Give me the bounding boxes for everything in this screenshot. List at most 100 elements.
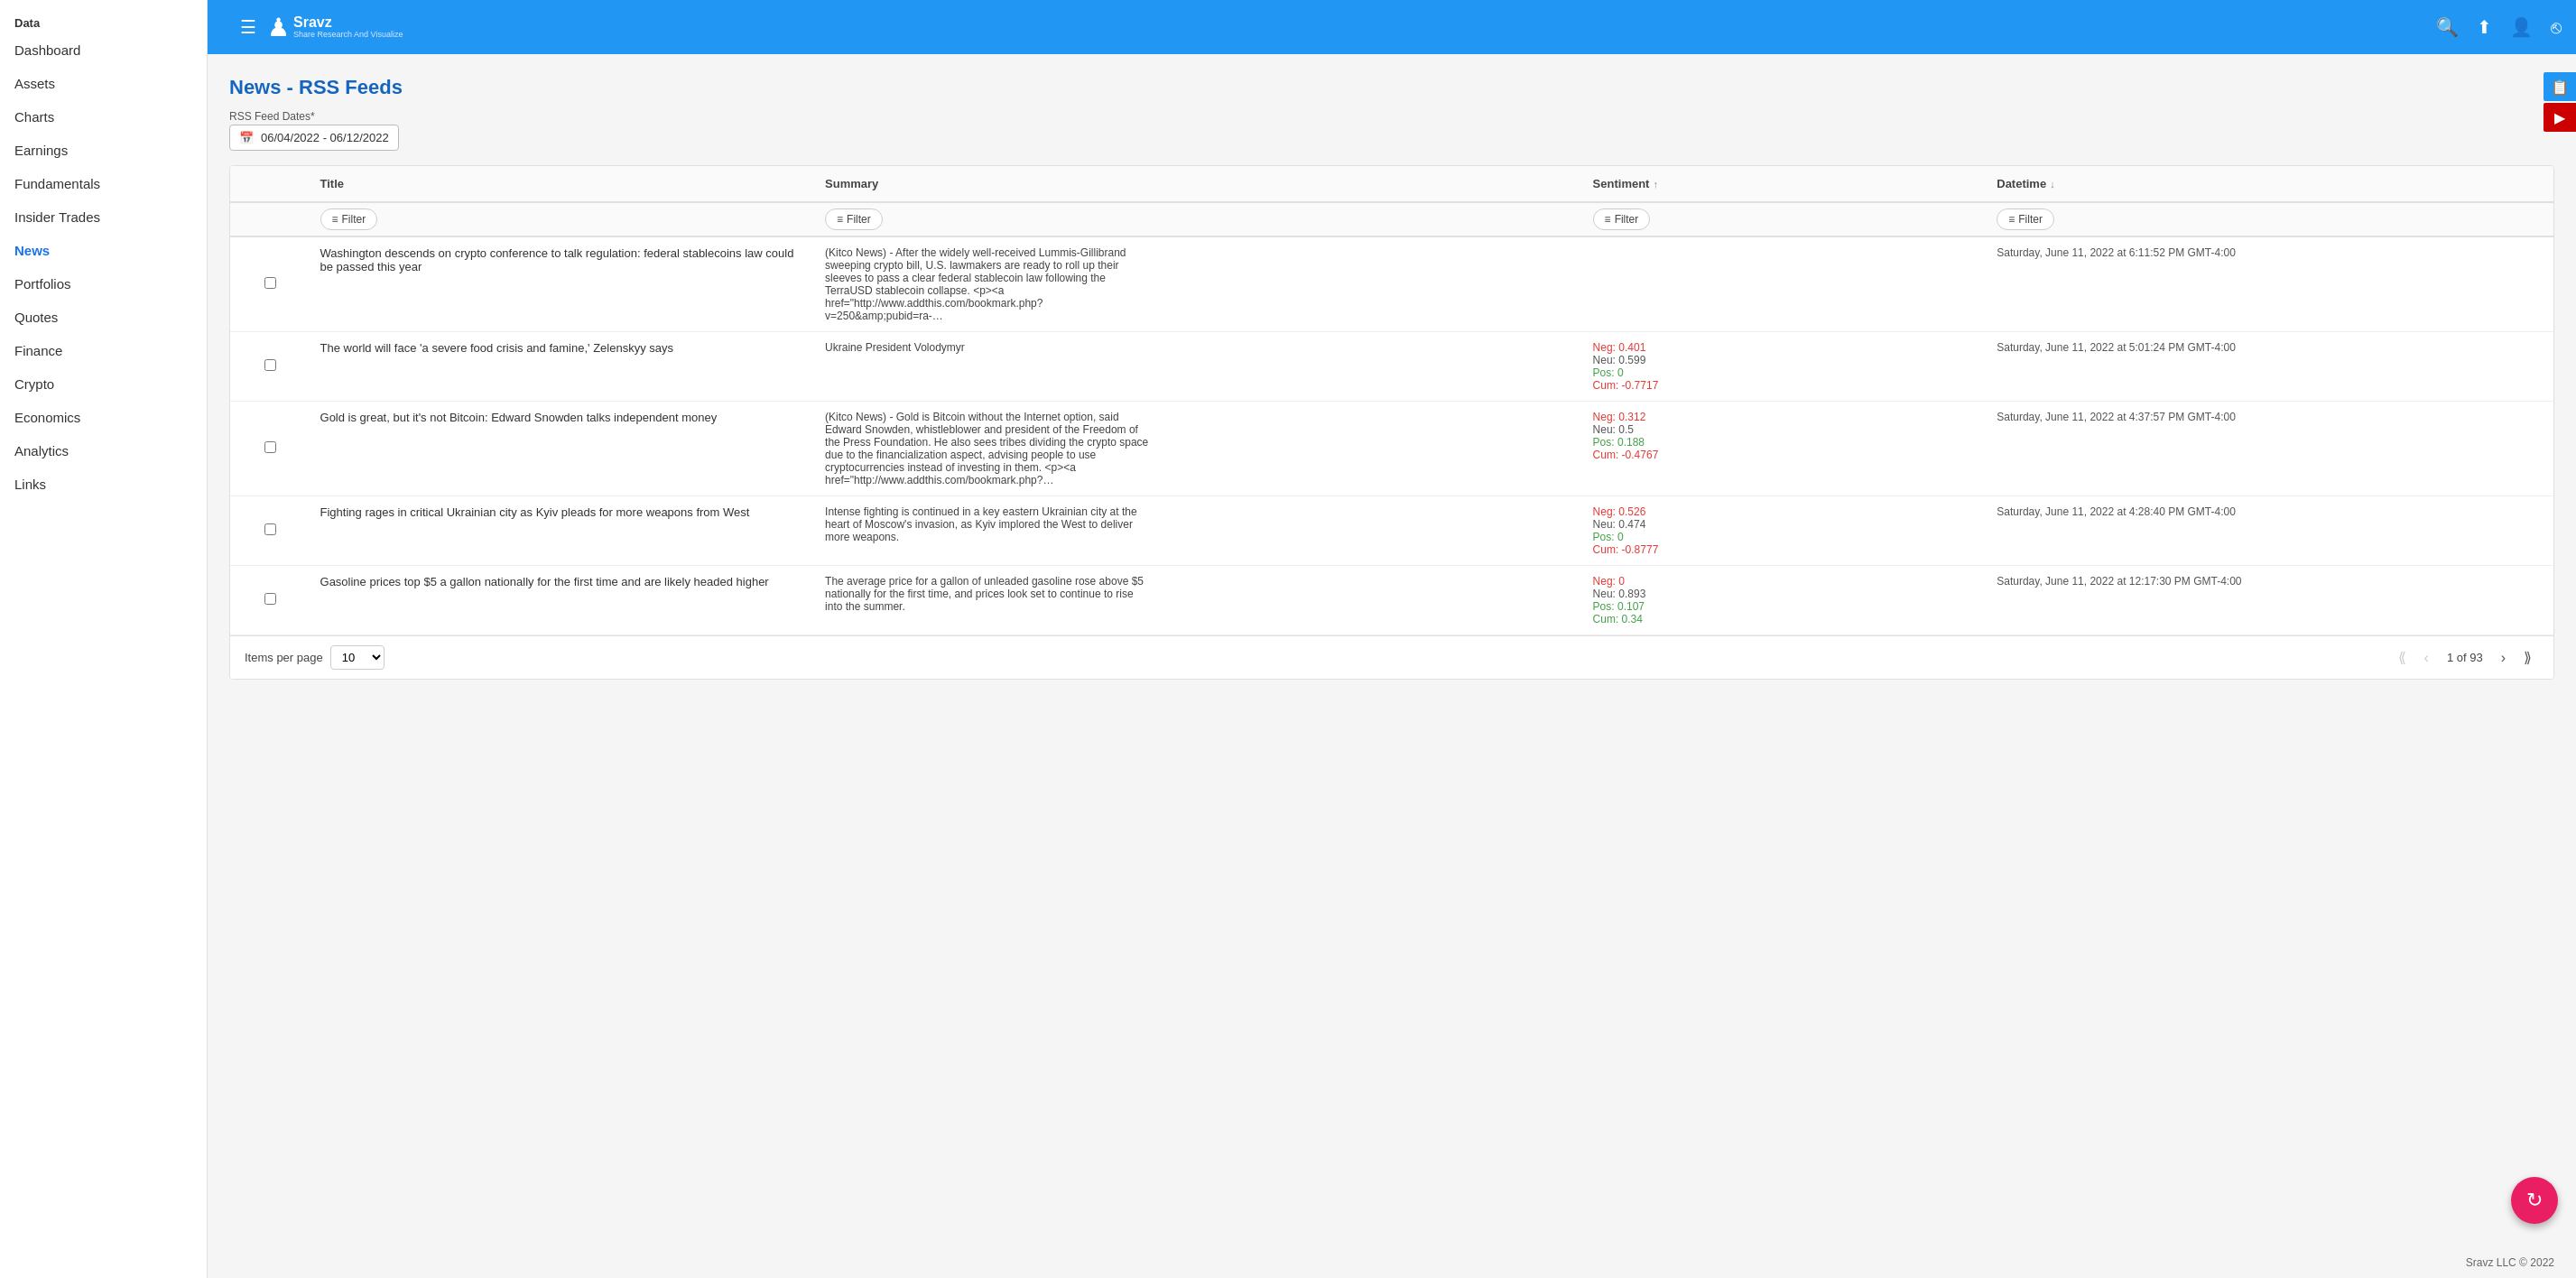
prev-page-button[interactable]: ‹ bbox=[2417, 646, 2436, 670]
refresh-icon: ↻ bbox=[2526, 1189, 2543, 1212]
news-table-container: Title Summary Sentiment ↑ bbox=[229, 165, 2554, 680]
table-row: Gold is great, but it's not Bitcoin: Edw… bbox=[230, 402, 2553, 496]
pagination-controls: ⟪ ‹ 1 of 93 › ⟫ bbox=[2391, 645, 2539, 670]
sentiment-neu-2: Neu: 0.5 bbox=[1593, 423, 1979, 436]
table-row: The world will face 'a severe food crisi… bbox=[230, 332, 2553, 402]
logo-subtitle: Share Research And Visualize bbox=[293, 31, 403, 40]
logo: ♟ Sravz Share Research And Visualize bbox=[267, 13, 403, 42]
sentiment-sort-asc-icon: ↑ bbox=[1653, 179, 1658, 190]
calendar-icon: 📅 bbox=[239, 131, 254, 144]
col-header-title: Title bbox=[311, 166, 817, 202]
row-summary-4: The average price for a gallon of unlead… bbox=[816, 566, 1584, 635]
logout-icon[interactable]: ⎋ bbox=[2551, 17, 2562, 38]
youtube-icon: ▶ bbox=[2554, 109, 2565, 126]
chess-icon: ♟ bbox=[267, 13, 290, 42]
bookmark-action-button[interactable]: 📋 bbox=[2544, 72, 2576, 101]
sentiment-neg-4: Neg: 0 bbox=[1593, 575, 1979, 588]
next-page-button[interactable]: › bbox=[2494, 646, 2513, 670]
sidebar-item-charts[interactable]: Charts bbox=[0, 100, 207, 134]
filter-check-cell bbox=[230, 202, 311, 236]
row-sentiment-2: Neg: 0.312Neu: 0.5Pos: 0.188Cum: -0.4767 bbox=[1584, 402, 1988, 496]
search-icon[interactable]: 🔍 bbox=[2436, 16, 2459, 38]
row-checkbox-1[interactable] bbox=[264, 359, 276, 371]
col-header-datetime[interactable]: Datetime ↓ bbox=[1988, 166, 2553, 202]
row-checkbox-4[interactable] bbox=[264, 593, 276, 605]
sentiment-neu-1: Neu: 0.599 bbox=[1593, 354, 1979, 366]
first-page-button[interactable]: ⟪ bbox=[2391, 645, 2414, 670]
row-title-4: Gasoline prices top $5 a gallon national… bbox=[311, 566, 817, 635]
sentiment-neg-2: Neg: 0.312 bbox=[1593, 411, 1979, 423]
row-check-cell-1 bbox=[230, 332, 311, 402]
row-check-cell-4 bbox=[230, 566, 311, 635]
row-summary-3: Intense fighting is continued in a key e… bbox=[816, 496, 1584, 566]
row-checkbox-2[interactable] bbox=[264, 441, 276, 453]
sentiment-pos-1: Pos: 0 bbox=[1593, 366, 1979, 379]
items-per-page: Items per page 5102550100 bbox=[245, 645, 385, 670]
bookmark-icon: 📋 bbox=[2551, 79, 2569, 96]
sidebar-item-dashboard[interactable]: Dashboard bbox=[0, 33, 207, 67]
row-summary-1: Ukraine President Volodymyr bbox=[816, 332, 1584, 402]
row-checkbox-0[interactable] bbox=[264, 277, 276, 289]
main-content: News - RSS Feeds RSS Feed Dates* 📅 06/04… bbox=[208, 54, 2576, 1247]
col-header-check bbox=[230, 166, 311, 202]
sidebar-item-portfolios[interactable]: Portfolios bbox=[0, 267, 207, 301]
sidebar-item-fundamentals[interactable]: Fundamentals bbox=[0, 167, 207, 200]
logo-sravz: Sravz bbox=[293, 14, 403, 31]
row-datetime-2: Saturday, June 11, 2022 at 4:37:57 PM GM… bbox=[1988, 402, 2553, 496]
row-sentiment-0 bbox=[1584, 236, 1988, 332]
filter-summary-cell: ≡ Filter bbox=[816, 202, 1584, 236]
filter-icon-3: ≡ bbox=[1605, 213, 1611, 226]
sidebar-item-economics[interactable]: Economics bbox=[0, 401, 207, 434]
row-title-2: Gold is great, but it's not Bitcoin: Edw… bbox=[311, 402, 817, 496]
filter-datetime-button[interactable]: ≡ Filter bbox=[1997, 208, 2054, 230]
row-check-cell-2 bbox=[230, 402, 311, 496]
date-range-picker[interactable]: 📅 06/04/2022 - 06/12/2022 bbox=[229, 125, 399, 151]
filter-summary-button[interactable]: ≡ Filter bbox=[825, 208, 883, 230]
row-checkbox-3[interactable] bbox=[264, 523, 276, 535]
menu-icon[interactable]: ☰ bbox=[240, 16, 256, 38]
filter-title-button[interactable]: ≡ Filter bbox=[320, 208, 378, 230]
table-row: Gasoline prices top $5 a gallon national… bbox=[230, 566, 2553, 635]
row-datetime-1: Saturday, June 11, 2022 at 5:01:24 PM GM… bbox=[1988, 332, 2553, 402]
filter-title-cell: ≡ Filter bbox=[311, 202, 817, 236]
items-per-page-select[interactable]: 5102550100 bbox=[330, 645, 385, 670]
row-datetime-4: Saturday, June 11, 2022 at 12:17:30 PM G… bbox=[1988, 566, 2553, 635]
sentiment-neu-3: Neu: 0.474 bbox=[1593, 518, 1979, 531]
row-datetime-3: Saturday, June 11, 2022 at 4:28:40 PM GM… bbox=[1988, 496, 2553, 566]
sentiment-cum-3: Cum: -0.8777 bbox=[1593, 543, 1979, 556]
filter-datetime-cell: ≡ Filter bbox=[1988, 202, 2553, 236]
youtube-action-button[interactable]: ▶ bbox=[2544, 103, 2576, 132]
footer-text: Sravz LLC © 2022 bbox=[2466, 1256, 2554, 1269]
last-page-button[interactable]: ⟫ bbox=[2516, 645, 2539, 670]
sidebar-item-quotes[interactable]: Quotes bbox=[0, 301, 207, 334]
sidebar-item-crypto[interactable]: Crypto bbox=[0, 367, 207, 401]
page-title: News - RSS Feeds bbox=[229, 76, 2554, 99]
sidebar-item-links[interactable]: Links bbox=[0, 468, 207, 501]
row-check-cell-0 bbox=[230, 236, 311, 332]
date-range-value: 06/04/2022 - 06/12/2022 bbox=[261, 131, 389, 144]
filter-icon-2: ≡ bbox=[837, 213, 843, 226]
filter-sentiment-button[interactable]: ≡ Filter bbox=[1593, 208, 1651, 230]
sidebar-item-finance[interactable]: Finance bbox=[0, 334, 207, 367]
sidebar-item-earnings[interactable]: Earnings bbox=[0, 134, 207, 167]
topbar: ☰ ♟ Sravz Share Research And Visualize 🔍… bbox=[208, 0, 2576, 54]
col-header-summary: Summary bbox=[816, 166, 1584, 202]
row-title-3: Fighting rages in critical Ukrainian cit… bbox=[311, 496, 817, 566]
news-table: Title Summary Sentiment ↑ bbox=[230, 166, 2553, 635]
row-title-1: The world will face 'a severe food crisi… bbox=[311, 332, 817, 402]
sentiment-neg-3: Neg: 0.526 bbox=[1593, 505, 1979, 518]
sidebar-item-news[interactable]: News bbox=[0, 234, 207, 267]
date-label: RSS Feed Dates* bbox=[229, 110, 399, 123]
sidebar-item-assets[interactable]: Assets bbox=[0, 67, 207, 100]
sentiment-pos-2: Pos: 0.188 bbox=[1593, 436, 1979, 449]
filter-icon-4: ≡ bbox=[2008, 213, 2015, 226]
refresh-fab[interactable]: ↻ bbox=[2511, 1177, 2558, 1224]
account-icon[interactable]: 👤 bbox=[2510, 16, 2533, 38]
col-header-sentiment[interactable]: Sentiment ↑ bbox=[1584, 166, 1988, 202]
sidebar-item-analytics[interactable]: Analytics bbox=[0, 434, 207, 468]
sidebar-item-insider-trades[interactable]: Insider Trades bbox=[0, 200, 207, 234]
sentiment-cum-1: Cum: -0.7717 bbox=[1593, 379, 1979, 392]
page-info: 1 of 93 bbox=[2440, 651, 2490, 664]
filter-icon: ≡ bbox=[332, 213, 338, 226]
share-icon[interactable]: ⬆ bbox=[2477, 16, 2492, 38]
